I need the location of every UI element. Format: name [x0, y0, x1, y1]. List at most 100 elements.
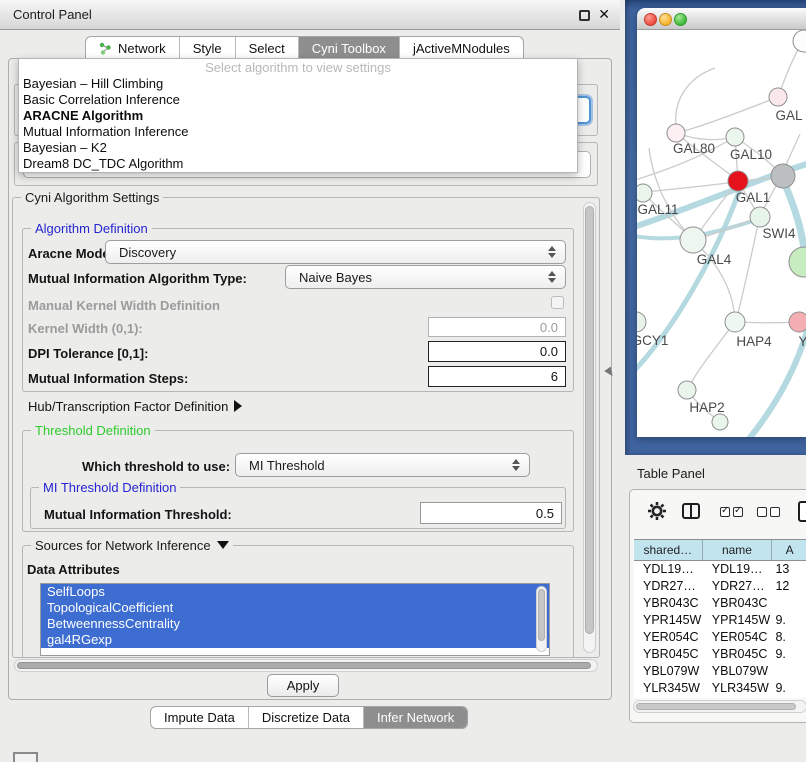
network-window-titlebar[interactable] [637, 8, 806, 30]
table-row[interactable]: YDL19…YDL19…13 [634, 561, 806, 578]
table-row[interactable]: YIL052CYIL052C9 [634, 697, 806, 698]
deselect-all-icon-2[interactable] [770, 507, 780, 517]
node-label: GAL1 [736, 190, 771, 205]
mi-threshold-title: MI Threshold Definition [39, 480, 180, 495]
close-icon[interactable]: ✕ [598, 6, 610, 23]
table-header-row[interactable]: shared…nameA [634, 539, 806, 561]
aracne-mode-combo[interactable]: Discovery [105, 240, 566, 264]
zoom-traffic-light[interactable] [674, 13, 687, 26]
algorithm-option[interactable]: ARACNE Algorithm [19, 108, 577, 124]
network-node[interactable] [793, 30, 806, 52]
data-attribute-item[interactable]: TopologicalCoefficient [41, 600, 549, 616]
data-attribute-item[interactable]: gal4RGexp [41, 632, 549, 648]
network-node[interactable] [726, 128, 744, 146]
gear-icon[interactable] [647, 501, 667, 521]
aracne-mode-value: Discovery [119, 245, 176, 260]
float-window-icon[interactable] [579, 10, 590, 21]
network-node[interactable] [728, 171, 748, 191]
network-edge[interactable] [684, 97, 778, 131]
settings-scrollbar-thumb[interactable] [585, 206, 594, 634]
tab-select[interactable]: Select [236, 37, 299, 59]
mi-threshold-input[interactable] [420, 502, 562, 524]
collapse-arrow-icon [217, 541, 229, 549]
network-canvas[interactable]: GALGAL80GAL10GAL1GAL11SWI4GAL4GCY1HAP4YH… [637, 30, 806, 437]
table-row[interactable]: YER054CYER054C8. [634, 629, 806, 646]
network-node[interactable] [771, 164, 795, 188]
tab-infer-network[interactable]: Infer Network [364, 707, 467, 728]
mi-steps-input[interactable] [428, 366, 566, 387]
network-node[interactable] [680, 227, 706, 253]
algorithm-dropdown-list[interactable]: Select algorithm to view settings Bayesi… [18, 58, 578, 173]
settings-hscrollbar-thumb[interactable] [17, 662, 591, 669]
network-node[interactable] [678, 381, 696, 399]
network-node[interactable] [789, 312, 806, 332]
data-attribute-item[interactable]: SelfLoops [41, 584, 549, 600]
tab-impute-data[interactable]: Impute Data [151, 707, 249, 728]
table-body: YDL19…YDL19…13YDR27…YDR27…12YBR043CYBR04… [634, 561, 806, 698]
tab-network[interactable]: Network [86, 37, 180, 59]
manual-kernel-checkbox[interactable] [551, 296, 564, 309]
deselect-all-icon[interactable] [757, 507, 767, 517]
select-all-check-icon[interactable] [720, 507, 730, 517]
combo-spinner-icon [548, 245, 556, 259]
select-all-check-icon-2[interactable] [733, 507, 743, 517]
table-row[interactable]: YLR345WYLR345W9. [634, 680, 806, 697]
network-node[interactable] [637, 312, 646, 332]
tab-style[interactable]: Style [180, 37, 236, 59]
column-browser-icon[interactable] [682, 503, 700, 519]
network-edge[interactable] [688, 323, 734, 389]
node-label: GAL4 [697, 252, 732, 267]
which-threshold-combo[interactable]: MI Threshold [235, 453, 530, 477]
document-icon[interactable] [798, 501, 806, 522]
mi-type-combo[interactable]: Naive Bayes [285, 265, 566, 289]
network-node[interactable] [725, 312, 745, 332]
network-edge[interactable] [736, 219, 759, 321]
network-node[interactable] [769, 88, 787, 106]
column-header-1[interactable]: shared… [634, 540, 703, 560]
table-row[interactable]: YDR27…YDR27…12 [634, 578, 806, 595]
which-threshold-value: MI Threshold [249, 458, 325, 473]
data-attributes-list[interactable]: SelfLoopsTopologicalCoefficientBetweenne… [40, 583, 550, 656]
network-node[interactable] [667, 124, 685, 142]
control-panel-titlebar[interactable]: Control Panel ✕ [0, 0, 620, 30]
algorithm-option[interactable]: Mutual Information Inference [19, 124, 577, 140]
table-hscrollbar-thumb[interactable] [636, 703, 796, 710]
algorithm-option[interactable]: Bayesian – K2 [19, 140, 577, 156]
settings-hscrollbar-track[interactable] [14, 659, 598, 672]
kernel-width-label: Kernel Width (0,1): [28, 321, 143, 336]
algorithm-option[interactable]: Dream8 DC_TDC Algorithm [19, 156, 577, 172]
network-node[interactable] [789, 247, 806, 277]
network-edge[interactable] [783, 180, 805, 258]
column-header-3[interactable]: A [772, 540, 806, 560]
sources-title[interactable]: Sources for Network Inference [31, 538, 233, 553]
data-attribute-item[interactable]: BetweennessCentrality [41, 616, 549, 632]
list-scrollbar-track[interactable] [536, 586, 547, 652]
minimized-panel-stub[interactable] [13, 752, 38, 762]
table-hscrollbar-track[interactable] [633, 700, 806, 713]
node-label: GCY1 [637, 333, 668, 348]
tab-cyni-toolbox[interactable]: Cyni Toolbox [299, 37, 400, 59]
tab-jactivemnodules[interactable]: jActiveMNodules [400, 37, 523, 59]
table-row[interactable]: YBL079WYBL079W [634, 663, 806, 680]
network-edge[interactable] [737, 322, 797, 323]
tab-discretize-data[interactable]: Discretize Data [249, 707, 364, 728]
network-node[interactable] [712, 414, 728, 430]
algorithm-option[interactable]: Basic Correlation Inference [19, 92, 577, 108]
network-node[interactable] [637, 184, 652, 202]
table-row[interactable]: YBR045CYBR045C9. [634, 646, 806, 663]
algorithm-option[interactable]: Bayesian – Hill Climbing [19, 76, 577, 92]
data-attributes-label: Data Attributes [27, 562, 120, 577]
network-node[interactable] [750, 207, 770, 227]
minimize-traffic-light[interactable] [659, 13, 672, 26]
dpi-tolerance-input[interactable] [428, 341, 566, 362]
table-row[interactable]: YPR145WYPR145W9. [634, 612, 806, 629]
close-traffic-light[interactable] [644, 13, 657, 26]
column-header-2[interactable]: name [703, 540, 773, 560]
table-row[interactable]: YBR043CYBR043C [634, 595, 806, 612]
settings-scrollbar-track[interactable] [583, 202, 596, 653]
apply-button[interactable]: Apply [267, 674, 339, 697]
list-scrollbar-thumb[interactable] [538, 589, 545, 641]
kernel-width-input[interactable] [428, 317, 566, 337]
hub-definition-toggle[interactable]: Hub/Transcription Factor Definition [28, 399, 242, 414]
network-window[interactable]: GALGAL80GAL10GAL1GAL11SWI4GAL4GCY1HAP4YH… [637, 8, 806, 437]
